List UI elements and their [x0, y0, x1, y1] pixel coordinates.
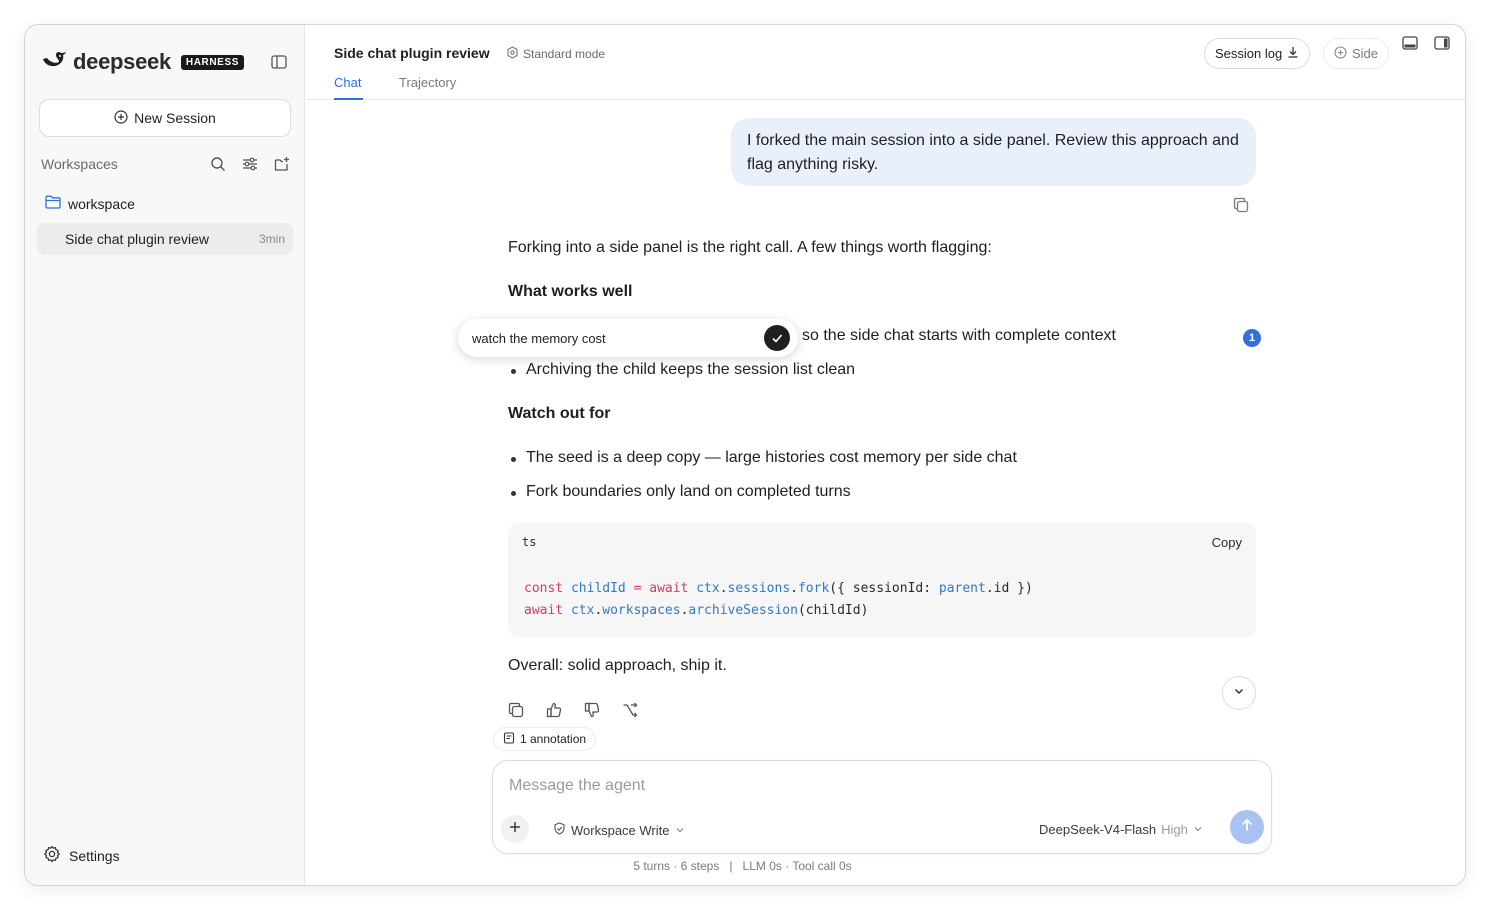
new-session-button[interactable]: New Session — [39, 99, 291, 137]
scroll-down-button[interactable] — [1222, 676, 1256, 710]
new-session-label: New Session — [134, 110, 216, 126]
workspace-mode-select[interactable]: Workspace Write — [553, 822, 685, 838]
download-icon — [1287, 46, 1299, 61]
code-copy-button[interactable]: Copy — [1212, 535, 1242, 550]
assistant-intro: Forking into a side panel is the right c… — [508, 239, 992, 256]
branch-icon[interactable] — [622, 702, 638, 718]
list-item: The seed is a deep copy — large historie… — [511, 449, 1017, 466]
session-stats: 5 turns · 6 steps | LLM 0s · Tool call 0… — [306, 859, 1465, 873]
shield-icon — [553, 822, 566, 838]
thumbs-down-icon[interactable] — [584, 702, 600, 718]
logo-badge: HARNESS — [180, 54, 244, 70]
settings-label: Settings — [69, 847, 120, 864]
model-select[interactable]: DeepSeek-V4-Flash High — [1039, 822, 1203, 837]
user-message: I forked the main session into a side pa… — [731, 118, 1256, 186]
whale-icon — [41, 50, 67, 75]
session-title: Side chat plugin review — [65, 231, 209, 247]
workspaces-label: Workspaces — [41, 156, 118, 172]
effort-level: High — [1161, 822, 1188, 837]
thumbs-up-icon[interactable] — [546, 702, 562, 718]
section-heading: Watch out for — [508, 405, 611, 422]
add-folder-icon[interactable] — [273, 155, 291, 173]
arrow-up-icon — [1239, 817, 1255, 838]
assistant-closing: Overall: solid approach, ship it. — [508, 657, 727, 674]
list-item: Fork boundaries only land on completed t… — [511, 483, 851, 500]
stats-separator: | — [729, 859, 733, 873]
mode-label: Standard mode — [523, 47, 606, 61]
send-button[interactable] — [1230, 810, 1264, 844]
model-name: DeepSeek-V4-Flash — [1039, 822, 1157, 837]
chevron-down-icon — [675, 823, 685, 838]
message-input[interactable] — [509, 777, 1209, 795]
session-log-button[interactable]: Session log — [1204, 38, 1311, 69]
code-block: ts Copy const childId = await ctx.sessio… — [508, 523, 1256, 637]
check-icon[interactable] — [764, 325, 790, 351]
side-chat-button[interactable]: Side — [1323, 38, 1390, 69]
annotation-badge[interactable]: 1 — [1243, 329, 1261, 347]
annotation-count-label: 1 annotation — [520, 732, 587, 746]
annotation-popover[interactable]: watch the memory cost — [458, 319, 798, 357]
logo: deepseek HARNESS — [41, 49, 244, 75]
tab-trajectory[interactable]: Trajectory — [399, 75, 456, 90]
note-icon — [503, 731, 515, 747]
code-content: const childId = await ctx.sessions.fork(… — [524, 581, 1033, 618]
code-language: ts — [522, 535, 537, 549]
attach-button[interactable] — [501, 815, 529, 843]
session-item[interactable]: Side chat plugin review 3min — [37, 223, 293, 255]
sidebar-toggle-icon[interactable] — [269, 52, 289, 72]
settings-button[interactable]: Settings — [43, 845, 120, 866]
tab-chat[interactable]: Chat — [334, 75, 361, 90]
session-log-label: Session log — [1215, 46, 1283, 61]
section-heading: What works well — [508, 283, 633, 300]
gear-icon — [43, 845, 61, 866]
right-panel-icon[interactable] — [1434, 35, 1450, 51]
workspace-folder[interactable]: workspace — [45, 195, 135, 212]
side-label: Side — [1352, 46, 1379, 61]
sidebar: deepseek HARNESS New Session Workspaces — [25, 25, 305, 885]
logo-text: deepseek — [73, 49, 171, 74]
copy-icon[interactable] — [508, 702, 524, 718]
timing: LLM 0s · Tool call 0s — [742, 859, 852, 873]
folder-name: workspace — [68, 195, 135, 212]
annotation-count-pill[interactable]: 1 annotation — [493, 727, 597, 751]
mode-indicator: Standard mode — [506, 46, 605, 62]
list-item: so the side chat starts with complete co… — [787, 327, 1116, 344]
app-window: deepseek HARNESS New Session Workspaces — [24, 24, 1466, 886]
workspaces-header: Workspaces — [41, 155, 291, 173]
mode-icon — [506, 46, 519, 62]
turns-steps: 5 turns · 6 steps — [633, 859, 720, 873]
workspace-mode-label: Workspace Write — [571, 822, 670, 838]
composer: Workspace Write DeepSeek-V4-Flash High — [492, 760, 1272, 854]
bottom-panel-icon[interactable] — [1402, 35, 1418, 51]
search-icon[interactable] — [209, 155, 227, 173]
plus-circle-icon — [114, 109, 128, 127]
session-time: 3min — [258, 232, 285, 246]
chevron-down-icon — [1233, 684, 1245, 702]
annotation-text: watch the memory cost — [472, 330, 606, 346]
page-title: Side chat plugin review — [334, 45, 490, 61]
copy-icon[interactable] — [1233, 197, 1249, 218]
folder-icon — [45, 195, 61, 212]
filter-icon[interactable] — [241, 155, 259, 173]
list-item: Archiving the child keeps the session li… — [510, 361, 856, 378]
plus-icon — [508, 820, 522, 839]
message-actions — [508, 702, 638, 718]
chevron-down-icon — [1193, 822, 1203, 837]
active-tab-indicator — [334, 98, 363, 100]
main-panel: Side chat plugin review Standard mode Ch… — [306, 25, 1465, 885]
plus-circle-icon — [1334, 45, 1347, 62]
topbar: Side chat plugin review Standard mode Ch… — [306, 25, 1465, 100]
